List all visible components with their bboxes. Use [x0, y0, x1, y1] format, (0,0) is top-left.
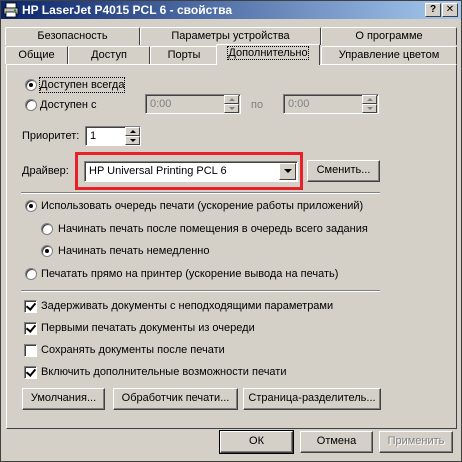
tab-about[interactable]: О программе: [321, 27, 457, 45]
tab-label: О программе: [355, 30, 423, 42]
title-bar[interactable]: HP LaserJet P4015 PCL 6 - свойства ? ✕: [1, 1, 461, 19]
tab-sharing[interactable]: Доступ: [68, 46, 150, 64]
ok-button[interactable]: ОК: [219, 430, 294, 454]
advanced-tab-panel: [6, 64, 457, 429]
tab-label: Доступ: [91, 49, 127, 61]
help-button[interactable]: ?: [425, 3, 441, 17]
printer-properties-window: HP LaserJet P4015 PCL 6 - свойства ? ✕ Б…: [0, 0, 462, 462]
close-button[interactable]: ✕: [442, 3, 458, 17]
tab-label: Дополнительно: [227, 46, 309, 60]
cancel-button[interactable]: Отмена: [300, 431, 373, 453]
tab-label: Безопасность: [37, 30, 108, 42]
tab-label: Управление цветом: [338, 49, 440, 61]
apply-button: Применить: [379, 431, 453, 453]
cancel-label: Отмена: [316, 435, 357, 447]
tab-ports[interactable]: Порты: [150, 46, 218, 64]
tab-general[interactable]: Общие: [5, 46, 68, 64]
tab-color-management[interactable]: Управление цветом: [321, 46, 457, 64]
printer-icon: [3, 2, 19, 18]
window-title: HP LaserJet P4015 PCL 6 - свойства: [22, 3, 233, 17]
apply-label: Применить: [387, 435, 445, 447]
tab-security[interactable]: Безопасность: [5, 27, 140, 45]
tab-device-settings[interactable]: Параметры устройства: [140, 27, 321, 45]
tab-advanced[interactable]: Дополнительно: [216, 44, 320, 65]
tab-label: Порты: [167, 49, 201, 61]
tab-label: Параметры устройства: [171, 30, 290, 42]
ok-label: ОК: [249, 435, 264, 447]
tab-label: Общие: [18, 49, 55, 61]
